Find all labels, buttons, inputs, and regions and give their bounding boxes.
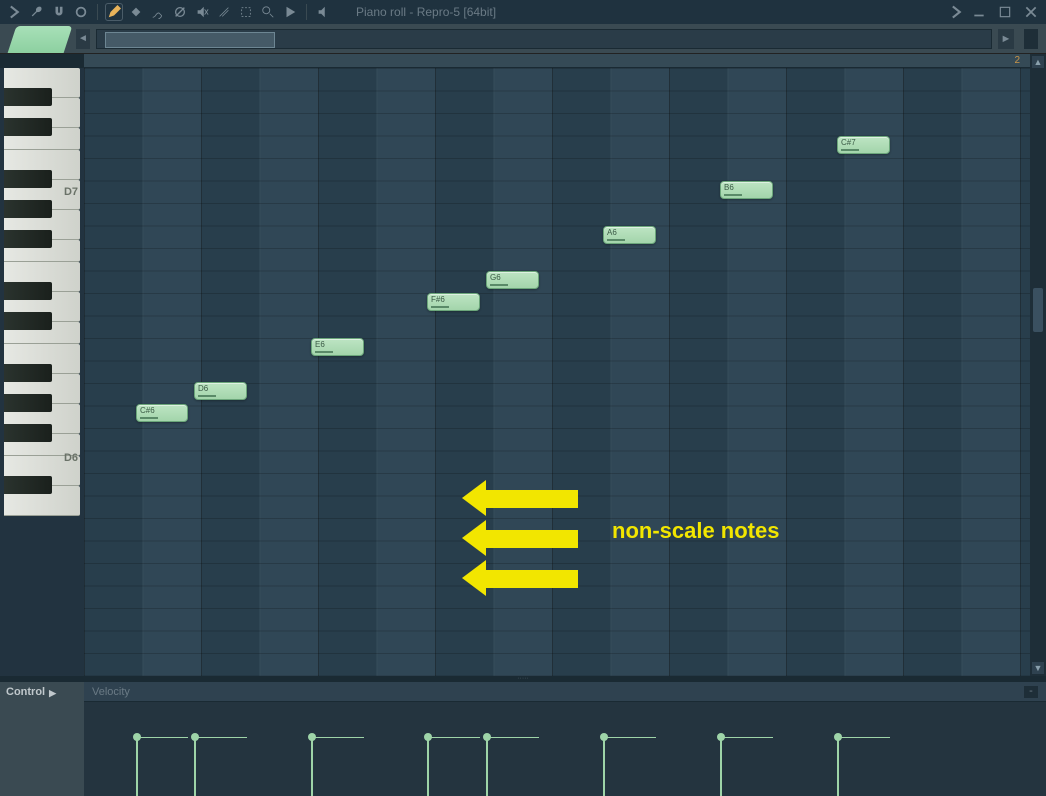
velocity-marker[interactable]: [136, 738, 138, 796]
key-label-d7: D7: [64, 186, 78, 198]
black-key[interactable]: [4, 200, 52, 218]
velocity-marker[interactable]: [837, 738, 839, 796]
piano-roll-grid[interactable]: 2 C#6 D6 E6 F#6 G6 A6 B6 C#7 non-scale notes: [84, 54, 1030, 676]
scroll-down-icon[interactable]: ▼: [1032, 662, 1044, 674]
title-bar: Piano roll - Repro-5 [64bit]: [0, 0, 1046, 24]
midi-note[interactable]: C#7: [837, 136, 890, 154]
scroll-up-icon[interactable]: ▲: [1032, 56, 1044, 68]
velocity-header[interactable]: Velocity -: [84, 682, 1046, 702]
velocity-marker[interactable]: [486, 738, 488, 796]
bar-marker: 2: [1014, 55, 1020, 66]
window-title: Piano roll - Repro-5 [64bit]: [356, 5, 944, 19]
annotation-text: non-scale notes: [612, 518, 779, 544]
midi-note[interactable]: B6: [720, 181, 773, 199]
control-chevron-icon: ▶: [49, 688, 56, 699]
velocity-line: [603, 737, 656, 738]
audio-preview-icon[interactable]: [314, 3, 332, 21]
maximize-icon[interactable]: [996, 3, 1014, 21]
black-key[interactable]: [4, 170, 52, 188]
control-selector[interactable]: Control ▶: [0, 682, 84, 796]
mute-tool-icon[interactable]: [193, 3, 211, 21]
annotation-arrow: [484, 490, 578, 508]
velocity-marker[interactable]: [194, 738, 196, 796]
black-key[interactable]: [4, 118, 52, 136]
pattern-tab[interactable]: [8, 26, 73, 53]
title-chevron-icon[interactable]: [948, 3, 966, 21]
select-tool-icon[interactable]: [237, 3, 255, 21]
control-panel: Control ▶ Velocity -: [0, 682, 1046, 796]
black-key[interactable]: [4, 230, 52, 248]
black-key[interactable]: [4, 394, 52, 412]
timeline-ruler[interactable]: 2: [84, 54, 1030, 68]
annotation-arrow: [484, 570, 578, 588]
black-key[interactable]: [4, 282, 52, 300]
piano-keyboard[interactable]: D7 D6: [0, 54, 84, 676]
velocity-line: [136, 737, 188, 738]
black-key[interactable]: [4, 476, 52, 494]
velocity-collapse-icon[interactable]: -: [1024, 686, 1038, 698]
velocity-line: [427, 737, 480, 738]
black-key[interactable]: [4, 364, 52, 382]
annotation-arrow: [484, 530, 578, 548]
overview-timeline[interactable]: [96, 29, 992, 49]
midi-note[interactable]: C#6: [136, 404, 188, 422]
overview-left-arrow[interactable]: ◄: [76, 29, 90, 49]
menu-chevron-icon[interactable]: [6, 3, 24, 21]
scroll-thumb[interactable]: [1033, 288, 1043, 332]
velocity-line: [837, 737, 890, 738]
overview-right-arrow[interactable]: ►: [998, 29, 1014, 49]
paint-tool-icon[interactable]: [127, 3, 145, 21]
velocity-label: Velocity: [92, 686, 130, 698]
velocity-line: [486, 737, 539, 738]
zoom-tool-icon[interactable]: [259, 3, 277, 21]
slice-tool-icon[interactable]: [215, 3, 233, 21]
velocity-marker[interactable]: [603, 738, 605, 796]
midi-note[interactable]: A6: [603, 226, 656, 244]
play-tool-icon[interactable]: [281, 3, 299, 21]
velocity-lane[interactable]: [84, 702, 1046, 796]
control-label: Control: [6, 686, 45, 698]
erase-tool-icon[interactable]: [171, 3, 189, 21]
black-key[interactable]: [4, 424, 52, 442]
vertical-scrollbar[interactable]: ▲ ▼: [1030, 54, 1046, 676]
black-key[interactable]: [4, 88, 52, 106]
velocity-line: [720, 737, 773, 738]
velocity-line: [194, 737, 247, 738]
brush-tool-icon[interactable]: [149, 3, 167, 21]
midi-note[interactable]: F#6: [427, 293, 480, 311]
velocity-marker[interactable]: [427, 738, 429, 796]
velocity-marker[interactable]: [311, 738, 313, 796]
magnet-icon[interactable]: [50, 3, 68, 21]
velocity-marker[interactable]: [720, 738, 722, 796]
overview-options[interactable]: [1024, 29, 1038, 49]
minimize-icon[interactable]: [970, 3, 988, 21]
wrench-icon[interactable]: [28, 3, 46, 21]
velocity-line: [311, 737, 364, 738]
midi-note[interactable]: G6: [486, 271, 539, 289]
key-label-d6: D6: [64, 452, 78, 464]
midi-note[interactable]: D6: [194, 382, 247, 400]
close-icon[interactable]: [1022, 3, 1040, 21]
pencil-tool-icon[interactable]: [105, 3, 123, 21]
black-key[interactable]: [4, 312, 52, 330]
overview-bar: ◄ ►: [0, 24, 1046, 54]
record-icon[interactable]: [72, 3, 90, 21]
midi-note[interactable]: E6: [311, 338, 364, 356]
